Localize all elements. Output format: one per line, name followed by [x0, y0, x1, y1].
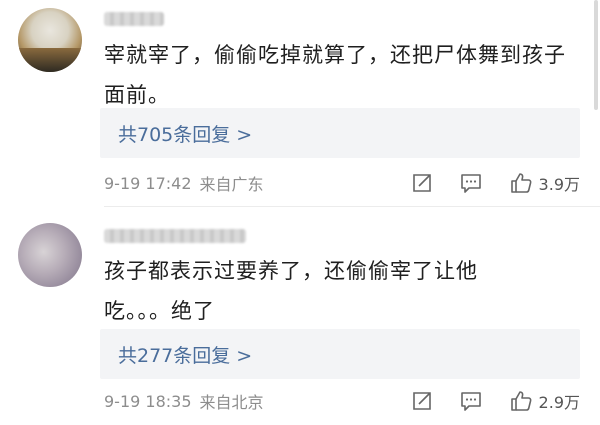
- like-count: 2.9万: [538, 393, 580, 412]
- comment-text: 宰就宰了，偷偷吃掉就算了，还把尸体舞到孩子面前。: [104, 43, 566, 107]
- comment-text: 孩子都表示过要养了，还偷偷宰了让他吃。。。绝了: [104, 259, 478, 323]
- comment-item: 宰就宰了，偷偷吃掉就算了，还把尸体舞到孩子面前。 共705条回复 > 9-19 …: [0, 0, 600, 207]
- forward-button[interactable]: [411, 390, 433, 412]
- replies-count-label: 共277条回复 >: [118, 344, 253, 367]
- divider: [104, 206, 600, 207]
- comment-meta: 9-19 18:35 来自北京 2.9万: [104, 388, 580, 414]
- username-blurred[interactable]: [104, 12, 164, 26]
- like-count: 3.9万: [538, 175, 580, 194]
- replies-button[interactable]: 共277条回复 >: [100, 329, 580, 379]
- forward-icon: [412, 174, 431, 192]
- username-blurred[interactable]: [104, 229, 246, 243]
- comment-icon: [460, 174, 481, 193]
- timestamp: 9-19 17:42: [104, 173, 192, 193]
- replies-count-label: 共705条回复 >: [118, 123, 253, 146]
- timestamp: 9-19 18:35: [104, 391, 192, 411]
- comment-actions: 3.9万: [411, 171, 580, 195]
- like-button[interactable]: 2.9万: [509, 389, 580, 413]
- like-button[interactable]: 3.9万: [509, 171, 580, 195]
- comment-button[interactable]: [459, 172, 483, 194]
- location: 来自北京: [199, 393, 264, 412]
- comment-button[interactable]: [459, 390, 483, 412]
- comment-meta: 9-19 17:42 来自广东 3.9万: [104, 170, 580, 196]
- comment-icon: [460, 392, 481, 411]
- forward-button[interactable]: [411, 172, 433, 194]
- forward-icon: [412, 392, 431, 410]
- avatar[interactable]: [18, 8, 82, 72]
- comment-actions: 2.9万: [411, 389, 580, 413]
- thumbs-up-icon: [510, 391, 532, 411]
- comment-item: 孩子都表示过要养了，还偷偷宰了让他吃。。。绝了 共277条回复 > 9-19 1…: [0, 213, 600, 425]
- replies-button[interactable]: 共705条回复 >: [100, 108, 580, 158]
- avatar[interactable]: [18, 223, 82, 287]
- location: 来自广东: [199, 175, 264, 194]
- thumbs-up-icon: [510, 173, 532, 193]
